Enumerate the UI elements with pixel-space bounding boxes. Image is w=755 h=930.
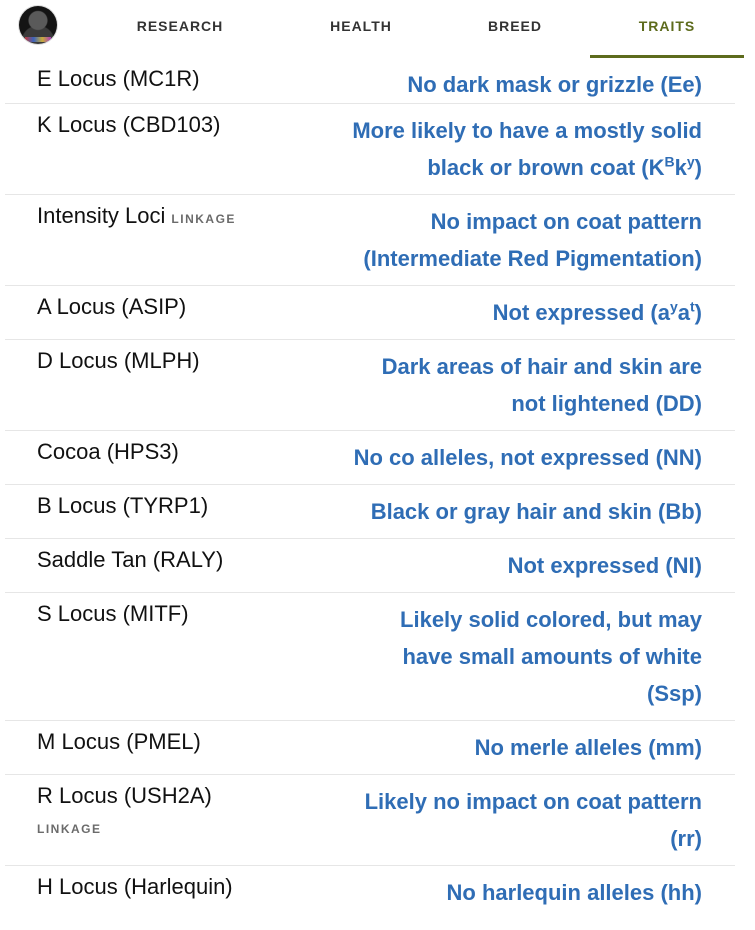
allele-superscript: B [664, 153, 675, 170]
trait-value: No co alleles, not expressed (NN) [353, 445, 702, 470]
trait-value-text: Not expressed (a [492, 300, 670, 325]
trait-name-text: Intensity Loci [37, 203, 166, 228]
trait-value: Black or gray hair and skin (Bb) [370, 499, 702, 524]
avatar[interactable] [19, 6, 57, 44]
top-navigation: RESEARCH HEALTH BREED TRAITS [0, 0, 755, 58]
trait-row-s-locus: S Locus (MITF) Likely solid colored, but… [5, 593, 735, 721]
trait-value: Dark areas of hair and skin are not ligh… [381, 354, 702, 416]
allele-superscript: y [669, 298, 678, 315]
trait-row-h-locus: H Locus (Harlequin) No harlequin alleles… [5, 866, 735, 922]
tab-research[interactable]: RESEARCH [118, 0, 242, 55]
trait-name: S Locus (MITF) [37, 601, 189, 626]
traits-list: E Locus (MC1R) No dark mask or grizzle (… [5, 58, 735, 922]
trait-value: Likely solid colored, but may have small… [400, 607, 702, 706]
trait-name: H Locus (Harlequin) [37, 874, 233, 899]
trait-value-text: More likely to have a mostly solid black… [352, 118, 702, 180]
trait-row-e-locus: E Locus (MC1R) No dark mask or grizzle (… [5, 58, 735, 104]
trait-row-b-locus: B Locus (TYRP1) Black or gray hair and s… [5, 485, 735, 539]
trait-row-d-locus: D Locus (MLPH) Dark areas of hair and sk… [5, 340, 735, 431]
trait-value: Likely no impact on coat pattern (rr) [364, 789, 702, 851]
allele-superscript: y [686, 153, 695, 170]
trait-name: Saddle Tan (RALY) [37, 547, 224, 572]
trait-row-k-locus: K Locus (CBD103) More likely to have a m… [5, 104, 735, 195]
tab-traits[interactable]: TRAITS [590, 0, 744, 58]
trait-value-text: ) [694, 155, 702, 180]
trait-name: D Locus (MLPH) [37, 348, 200, 373]
trait-value: No harlequin alleles (hh) [446, 880, 702, 905]
trait-value: No dark mask or grizzle (Ee) [407, 72, 702, 97]
trait-value-text: k [674, 155, 687, 180]
trait-name: Cocoa (HPS3) [37, 439, 179, 464]
trait-name: B Locus (TYRP1) [37, 493, 209, 518]
trait-value: Not expressed (NI) [507, 553, 702, 578]
trait-value: No merle alleles (mm) [474, 735, 702, 760]
trait-name: Intensity Loci LINKAGE [37, 203, 236, 229]
trait-value: Not expressed (ayat) [282, 294, 702, 331]
trait-row-r-locus: R Locus (USH2A) LINKAGE Likely no impact… [5, 775, 735, 866]
trait-value-text: ) [694, 300, 702, 325]
tab-breed[interactable]: BREED [455, 0, 575, 55]
trait-row-cocoa: Cocoa (HPS3) No co alleles, not expresse… [5, 431, 735, 485]
trait-name: A Locus (ASIP) [37, 294, 187, 319]
trait-row-m-locus: M Locus (PMEL) No merle alleles (mm) [5, 721, 735, 775]
trait-name: R Locus (USH2A) [37, 783, 212, 808]
trait-name: K Locus (CBD103) [37, 112, 221, 137]
trait-row-intensity-loci: Intensity Loci LINKAGE No impact on coat … [5, 195, 735, 286]
trait-value-text: a [677, 300, 690, 325]
tab-health[interactable]: HEALTH [300, 0, 422, 55]
trait-value: No impact on coat pattern (Intermediate … [363, 209, 702, 271]
trait-name: M Locus (PMEL) [37, 729, 201, 754]
trait-row-a-locus: A Locus (ASIP) Not expressed (ayat) [5, 286, 735, 340]
trait-row-saddle-tan: Saddle Tan (RALY) Not expressed (NI) [5, 539, 735, 593]
linkage-tag: LINKAGE [37, 822, 102, 836]
linkage-tag: LINKAGE [171, 212, 236, 226]
trait-value: More likely to have a mostly solid black… [322, 112, 702, 186]
trait-name: E Locus (MC1R) [37, 66, 200, 91]
